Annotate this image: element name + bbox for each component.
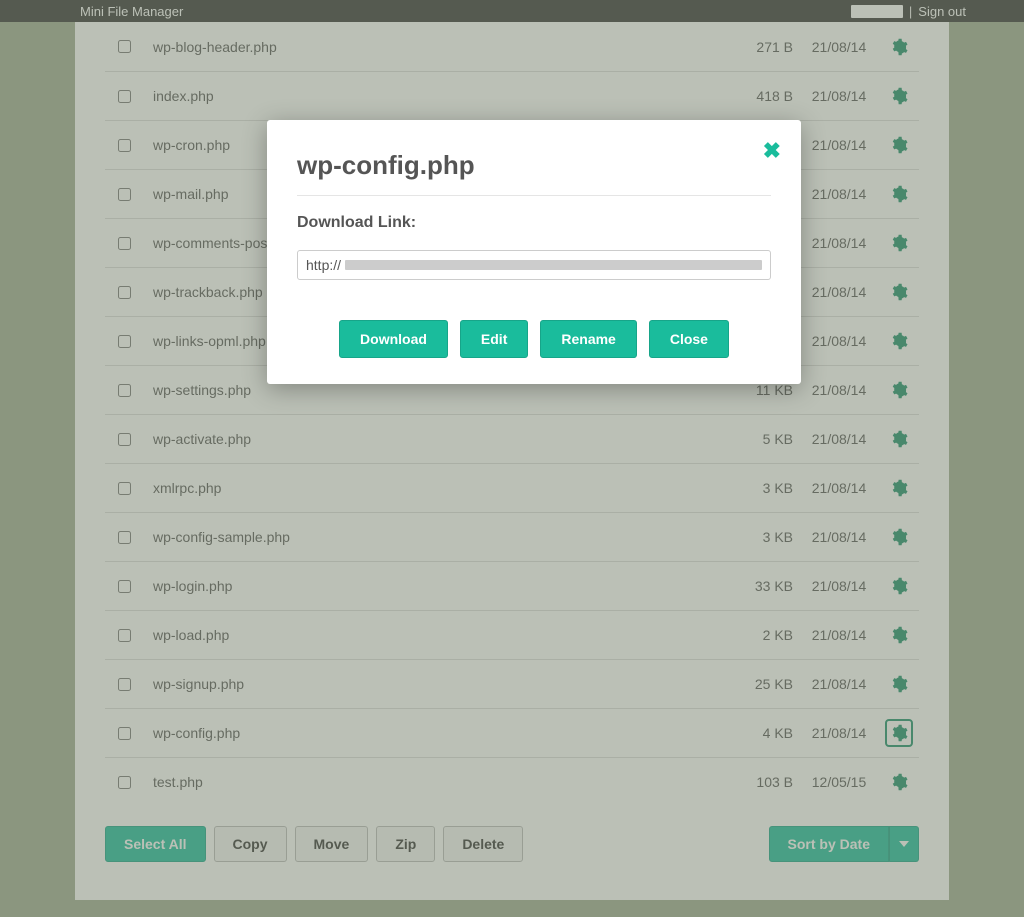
divider [297,195,771,196]
modal-title: wp-config.php [297,150,771,181]
url-redacted [345,260,762,270]
modal-actions: Download Edit Rename Close [297,320,771,358]
close-button[interactable]: Close [649,320,729,358]
edit-button[interactable]: Edit [460,320,528,358]
close-icon[interactable]: ✖ [763,140,781,162]
download-link-label: Download Link: [297,214,771,232]
file-actions-modal: ✖ wp-config.php Download Link: http:// D… [267,120,801,384]
rename-button[interactable]: Rename [540,320,636,358]
download-link-input[interactable]: http:// [297,250,771,280]
url-protocol: http:// [306,257,341,273]
download-button[interactable]: Download [339,320,448,358]
